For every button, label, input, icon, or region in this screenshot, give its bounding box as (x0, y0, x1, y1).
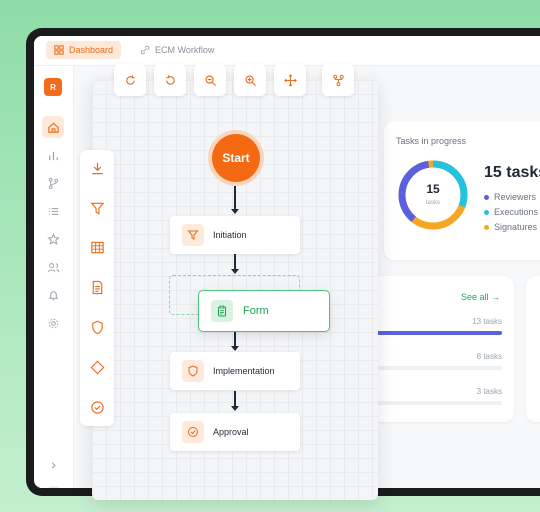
see-all-link[interactable]: See all → (461, 292, 500, 302)
tab-ecm-workflow[interactable]: ECM Workflow (132, 41, 222, 59)
tab-label: Dashboard (69, 45, 114, 55)
rotate-ccw-icon[interactable] (154, 64, 186, 96)
node-initiation[interactable]: Initiation (170, 216, 300, 254)
diamond-icon[interactable] (86, 356, 108, 378)
app-logo[interactable]: R (44, 78, 62, 96)
legend-reviewers: Reviewers (484, 192, 536, 202)
flow-arrow (231, 254, 239, 274)
side-card (526, 276, 540, 422)
legend-signatures: Signatures (484, 222, 537, 232)
sidebar: R N (34, 66, 74, 488)
bell-icon[interactable] (42, 284, 64, 306)
donut-label: tasks (425, 200, 440, 206)
shield-icon[interactable] (86, 316, 108, 338)
filter-icon[interactable] (86, 197, 108, 219)
node-label: Implementation (213, 366, 275, 376)
node-implementation[interactable]: Implementation (170, 352, 300, 390)
flow-arrow (231, 391, 239, 411)
star-icon[interactable] (42, 228, 64, 250)
home-icon[interactable] (42, 116, 64, 138)
top-bar: Dashboard ECM Workflow (34, 36, 540, 66)
node-approval[interactable]: Approval (170, 413, 300, 451)
node-form-dragging[interactable]: Form (198, 290, 330, 332)
donut-value: 15 (426, 182, 440, 196)
check-circle-icon (182, 421, 204, 443)
document-icon[interactable] (86, 276, 108, 298)
branch-icon[interactable] (42, 172, 64, 194)
clipboard-icon (211, 300, 233, 322)
check-circle-icon[interactable] (86, 396, 108, 418)
download-icon[interactable] (86, 157, 108, 179)
move-icon[interactable] (274, 64, 306, 96)
flow-arrow (231, 186, 239, 214)
row-label: 13 tasks (472, 317, 502, 326)
legend-dot (484, 224, 489, 230)
node-label: Form (243, 305, 269, 317)
avatar[interactable]: N (44, 486, 64, 488)
row-label: 8 tasks (476, 352, 502, 361)
filter-icon (182, 224, 204, 246)
legend-label: Signatures (494, 222, 538, 232)
start-node[interactable]: Start (212, 134, 260, 182)
table-icon[interactable] (86, 236, 108, 258)
legend-label: Reviewers (494, 192, 537, 202)
zoom-in-icon[interactable] (234, 64, 266, 96)
tasks-in-progress-card: Tasks in progress 15 tasks 15 tasks Revi… (384, 122, 540, 260)
users-icon[interactable] (42, 256, 64, 278)
legend-executions: Executions (484, 207, 538, 217)
shield-icon (182, 360, 204, 382)
tab-label: ECM Workflow (155, 45, 215, 55)
node-label: Approval (213, 427, 249, 437)
flow-arrow (231, 331, 239, 351)
chart-icon[interactable] (42, 144, 64, 166)
row-label: 3 tasks (476, 387, 502, 396)
legend-dot (484, 194, 489, 200)
list-icon[interactable] (42, 200, 64, 222)
node-label: Initiation (213, 230, 247, 240)
gear-icon[interactable] (42, 312, 64, 334)
legend-dot (484, 209, 489, 215)
rotate-cw-icon[interactable] (114, 64, 146, 96)
share-icon[interactable] (322, 64, 354, 96)
grid-icon (54, 45, 64, 55)
tab-dashboard[interactable]: Dashboard (46, 41, 122, 59)
legend-label: Executions (494, 207, 539, 217)
chevron-right-icon[interactable] (42, 454, 64, 476)
tasks-count: 15 tasks (484, 164, 540, 181)
link-icon (140, 45, 150, 55)
element-palette (80, 150, 114, 426)
zoom-out-icon[interactable] (194, 64, 226, 96)
card-title: Tasks in progress (396, 136, 467, 146)
